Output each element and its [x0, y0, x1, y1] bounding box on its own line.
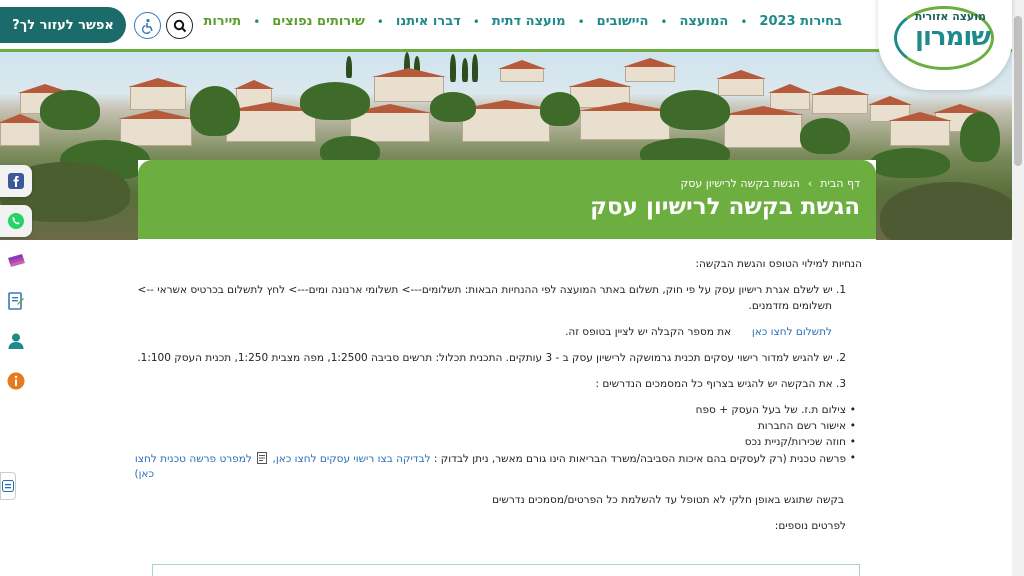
- ticket-icon: [8, 254, 25, 267]
- facebook-icon: [8, 173, 24, 189]
- user-icon: [8, 333, 24, 349]
- nav-item-contact[interactable]: דברו איתנו: [396, 14, 461, 29]
- page-title: הגשת בקשה לרישיון עסק: [590, 194, 860, 220]
- nav-item-tourism[interactable]: תיירות: [203, 14, 241, 29]
- accessibility-button[interactable]: [134, 12, 161, 39]
- nav-separator: •: [376, 14, 384, 29]
- forms-button[interactable]: [0, 285, 32, 317]
- list-item: פרשה טכנית (רק לעסקים בהם איכות הסביבה/מ…: [135, 452, 856, 465]
- nav-item-elections[interactable]: בחירות 2023: [759, 14, 842, 29]
- tickets-button[interactable]: [0, 245, 32, 277]
- breadcrumb-home[interactable]: דף הבית: [820, 177, 860, 190]
- technical-file-text: פרשה טכנית (רק לעסקים בהם איכות הסביבה/מ…: [433, 453, 846, 465]
- step-1-text: 1. יש לשלם אגרת רישיון עסק על פי חוק, תש…: [137, 284, 846, 296]
- chat-icon: [2, 480, 14, 492]
- list-item: צילום ת.ז. של בעל העסק + ספח: [696, 404, 857, 416]
- scrollbar-thumb[interactable]: [1014, 16, 1022, 166]
- pdf-icon: [257, 452, 268, 464]
- help-button[interactable]: אפשר לעזור לך?: [0, 7, 126, 43]
- technical-file-spec-link-end[interactable]: כאן): [134, 468, 154, 480]
- form-icon: [8, 292, 24, 310]
- technical-file-spec-link-continued: כאן): [134, 468, 154, 480]
- nav-item-settlements[interactable]: היישובים: [597, 14, 649, 29]
- logo-title: שומרון: [915, 22, 991, 52]
- partial-request-note: בקשה שתוגש באופן חלקי לא תטופל עד להשלמת…: [492, 494, 844, 506]
- nav-separator: •: [740, 14, 748, 29]
- main-nav: בחירות 2023 • המועצה • היישובים • מועצה …: [203, 14, 842, 29]
- accessibility-icon: [141, 18, 153, 34]
- nav-separator: •: [472, 14, 480, 29]
- contact-details-box: [152, 564, 860, 576]
- page-header-band: דף הבית › הגשת בקשה לרישיון עסק הגשת בקש…: [138, 160, 876, 239]
- list-item: חוזה שכירות/קניית נכס: [745, 436, 857, 448]
- personal-area-button[interactable]: [0, 325, 32, 357]
- step-1-payment-row: לתשלום לחצו כאן את מספר הקבלה יש לציין ב…: [565, 326, 832, 338]
- info-icon: [7, 372, 25, 390]
- top-navigation-bar: אפשר לעזור לך? בחירות 2023 • המועצה • הי…: [0, 0, 1012, 52]
- nav-separator: •: [660, 14, 668, 29]
- nav-separator: •: [577, 14, 585, 29]
- content-card: דף הבית › הגשת בקשה לרישיון עסק הגשת בקש…: [134, 160, 876, 576]
- breadcrumb-current: הגשת בקשה לרישיון עסק: [680, 177, 800, 190]
- step-2-text: 2. יש להגיש למדור רישוי עסקים תכנית גרמו…: [137, 352, 846, 364]
- list-item: אישור רשם החברות: [758, 420, 856, 432]
- receipt-note: את מספר הקבלה יש לציין בטופס זה.: [565, 326, 732, 338]
- step-3-text: 3. את הבקשה יש להגיש בצרוף כל המסמכים הנ…: [595, 378, 846, 390]
- more-details-label: לפרטים נוספים:: [774, 520, 846, 532]
- chat-widget-tab[interactable]: [0, 472, 16, 500]
- nav-item-religious-council[interactable]: מועצה דתית: [492, 14, 566, 29]
- council-logo[interactable]: מועצה אזורית שומרון: [878, 0, 1012, 90]
- technical-file-spec-link[interactable]: למפרט פרשה טכנית לחצו: [135, 453, 252, 465]
- help-button-label: אפשר לעזור לך?: [12, 17, 114, 33]
- info-button[interactable]: [0, 365, 32, 397]
- nav-separator: •: [253, 14, 261, 29]
- business-licensing-order-link[interactable]: לבדיקה בצו רישוי עסקים לחצו כאן,: [273, 453, 431, 465]
- breadcrumb-separator: ›: [807, 177, 813, 190]
- page-scrollbar[interactable]: [1012, 0, 1024, 576]
- breadcrumb: דף הבית › הגשת בקשה לרישיון עסק: [680, 177, 860, 190]
- facebook-share-button[interactable]: [0, 165, 32, 197]
- search-icon: [173, 19, 186, 32]
- step-1-text-continued: תשלומים מזדמנים.: [748, 300, 832, 312]
- search-button[interactable]: [166, 12, 193, 39]
- whatsapp-share-button[interactable]: [0, 205, 32, 237]
- nav-item-common-services[interactable]: שירותים נפוצים: [272, 14, 365, 29]
- whatsapp-icon: [8, 213, 24, 229]
- payment-link[interactable]: לתשלום לחצו כאן: [752, 326, 832, 338]
- nav-item-council[interactable]: המועצה: [679, 14, 728, 29]
- intro-text: הנחיות למילוי הטופס והגשת הבקשה:: [695, 258, 862, 270]
